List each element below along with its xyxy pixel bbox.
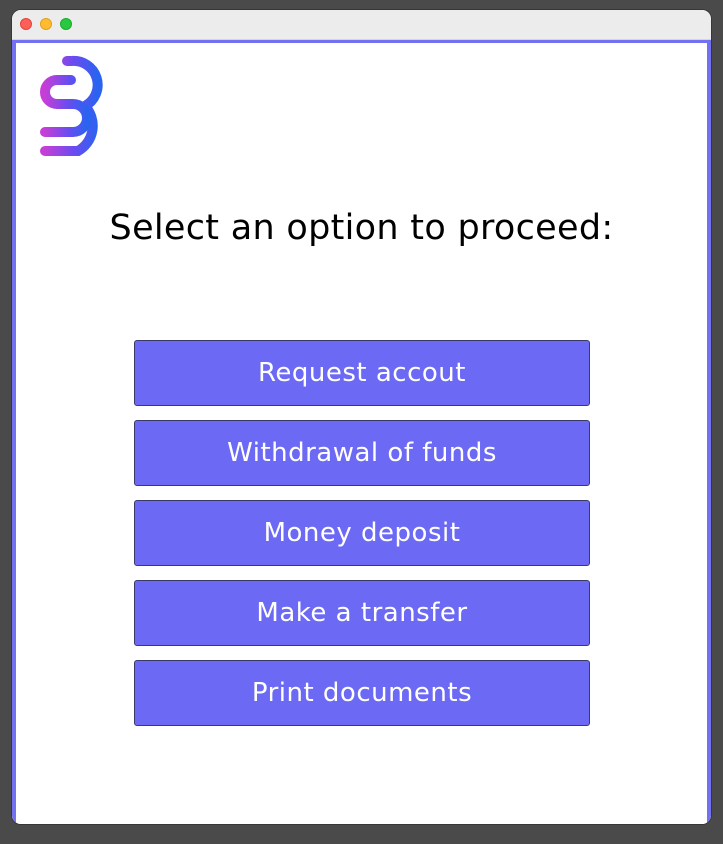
title-bar[interactable] [12, 10, 711, 40]
maximize-window-icon[interactable] [60, 18, 72, 30]
print-documents-button[interactable]: Print documents [134, 660, 590, 726]
withdrawal-button[interactable]: Withdrawal of funds [134, 420, 590, 486]
minimize-window-icon[interactable] [40, 18, 52, 30]
page-title: Select an option to proceed: [109, 208, 614, 248]
main-panel: Select an option to proceed: Request acc… [12, 40, 711, 824]
transfer-button[interactable]: Make a transfer [134, 580, 590, 646]
bank-logo-icon [25, 54, 103, 156]
request-account-button[interactable]: Request accout [134, 340, 590, 406]
close-window-icon[interactable] [20, 18, 32, 30]
deposit-button[interactable]: Money deposit [134, 500, 590, 566]
app-window: Select an option to proceed: Request acc… [12, 10, 711, 824]
options-menu: Request accout Withdrawal of funds Money… [134, 340, 590, 740]
